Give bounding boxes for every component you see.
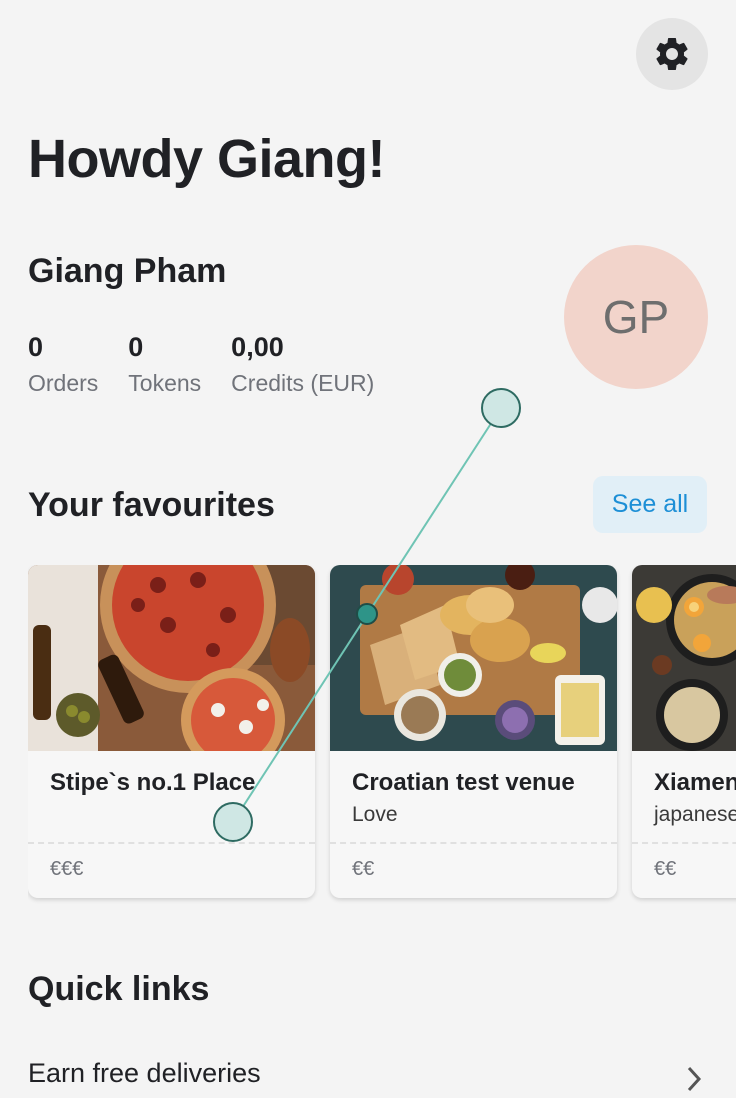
gear-icon xyxy=(656,37,688,70)
stat-value: 0 xyxy=(28,332,44,362)
venue-image xyxy=(330,565,617,751)
venue-subtitle: Love xyxy=(352,803,398,826)
quick-link-label: Earn free deliveries xyxy=(28,1058,261,1088)
venue-info: Xiamen japanese xyxy=(632,751,736,844)
stat-credits: 0,00 Credits (EUR) xyxy=(231,330,374,402)
venue-info: Stipe`s no.1 Place xyxy=(28,751,315,844)
stat-orders: 0 Orders xyxy=(28,330,98,402)
venue-subtitle: japanese xyxy=(654,803,736,826)
avatar[interactable]: GP xyxy=(564,245,708,389)
user-name: Giang Pham xyxy=(28,252,227,290)
venue-image xyxy=(28,565,315,751)
greeting-title: Howdy Giang! xyxy=(28,129,386,189)
venue-price: €€ xyxy=(352,858,375,880)
venue-card[interactable]: Croatian test venue Love €€ xyxy=(330,565,617,898)
stat-value: 0 xyxy=(128,332,144,362)
user-stats: 0 Orders 0 Tokens 0,00 Credits (EUR) xyxy=(28,330,404,402)
venue-info: Croatian test venue Love xyxy=(330,751,617,844)
venue-price: €€€ xyxy=(50,858,84,880)
see-all-button[interactable]: See all xyxy=(593,476,707,533)
stat-label: Tokens xyxy=(128,370,202,396)
favourites-carousel[interactable]: Stipe`s no.1 Place €€€ Croatian test ven… xyxy=(28,565,736,905)
stat-tokens: 0 Tokens xyxy=(128,330,201,402)
quick-link-item[interactable]: Earn free deliveries xyxy=(28,1058,708,1098)
stat-label: Credits (EUR) xyxy=(231,370,375,396)
venue-name: Xiamen xyxy=(654,769,736,796)
settings-button[interactable] xyxy=(636,18,708,90)
stat-value: 0,00 xyxy=(231,332,284,362)
venue-price: €€ xyxy=(654,858,677,880)
chevron-right-icon xyxy=(687,1066,702,1092)
venue-card[interactable]: Xiamen japanese €€ xyxy=(632,565,736,898)
venue-name: Croatian test venue xyxy=(352,769,575,796)
venue-card[interactable]: Stipe`s no.1 Place €€€ xyxy=(28,565,315,898)
venue-image xyxy=(632,565,736,751)
venue-name: Stipe`s no.1 Place xyxy=(50,769,256,796)
quick-links-title: Quick links xyxy=(28,970,210,1008)
favourites-title: Your favourites xyxy=(28,486,275,524)
stat-label: Orders xyxy=(28,370,99,396)
